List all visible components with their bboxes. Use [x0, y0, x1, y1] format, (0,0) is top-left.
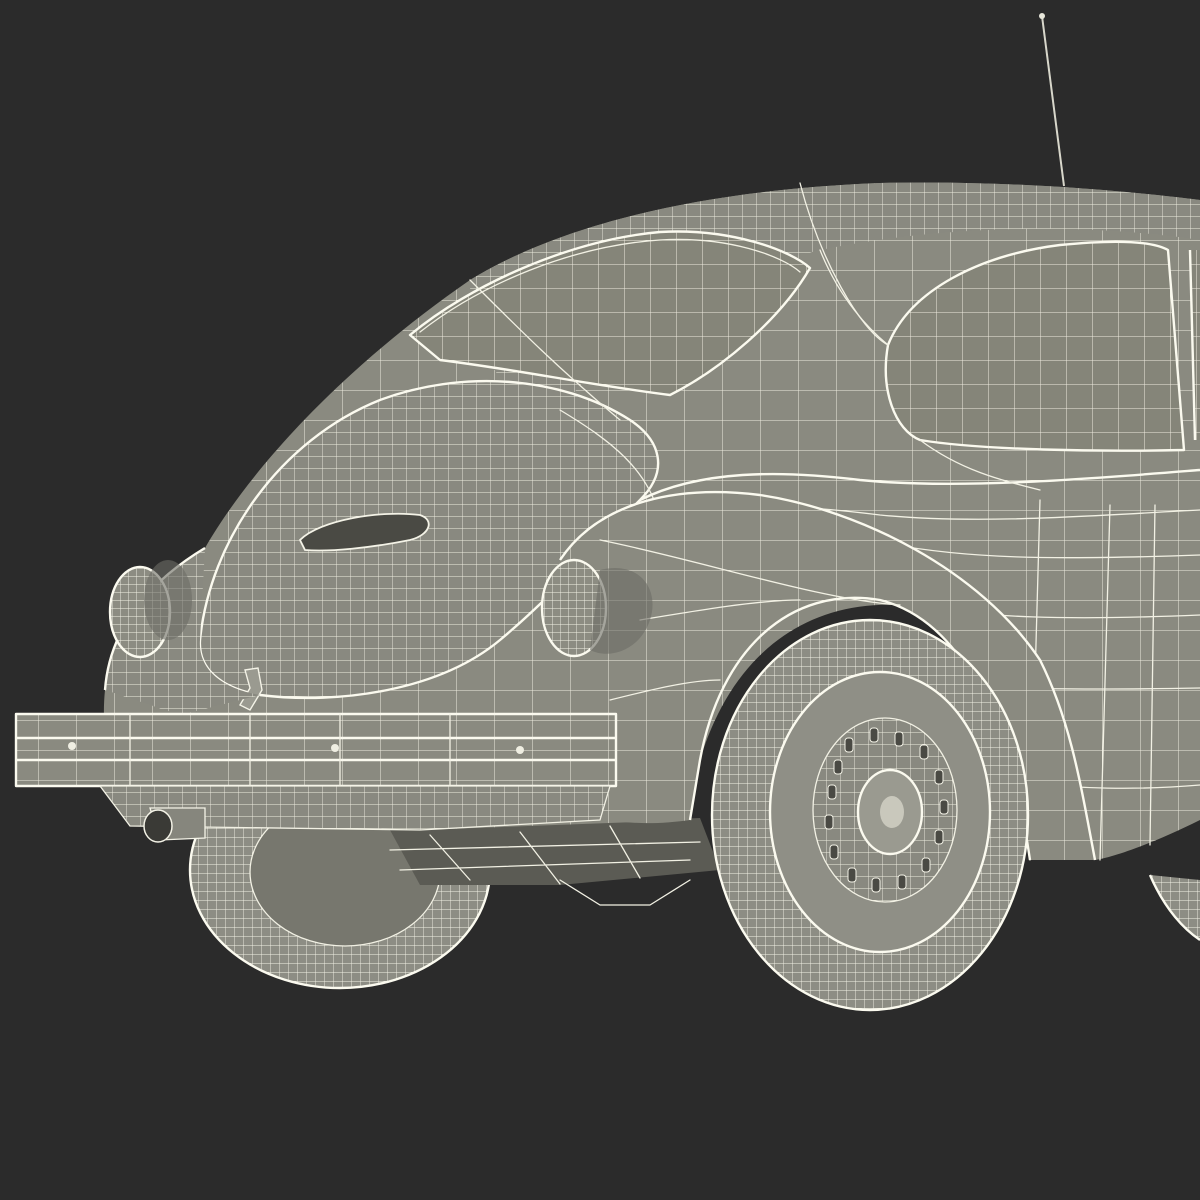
render-viewport — [0, 0, 1200, 1200]
rear-right-wheel — [710, 618, 1030, 1012]
bumper-bolt — [516, 746, 524, 754]
wheel-hub — [812, 717, 958, 903]
bumper-bolt — [331, 744, 339, 752]
exhaust-pipe — [143, 807, 206, 843]
bumper-bolt — [68, 742, 76, 750]
tail-light-right — [540, 558, 653, 658]
